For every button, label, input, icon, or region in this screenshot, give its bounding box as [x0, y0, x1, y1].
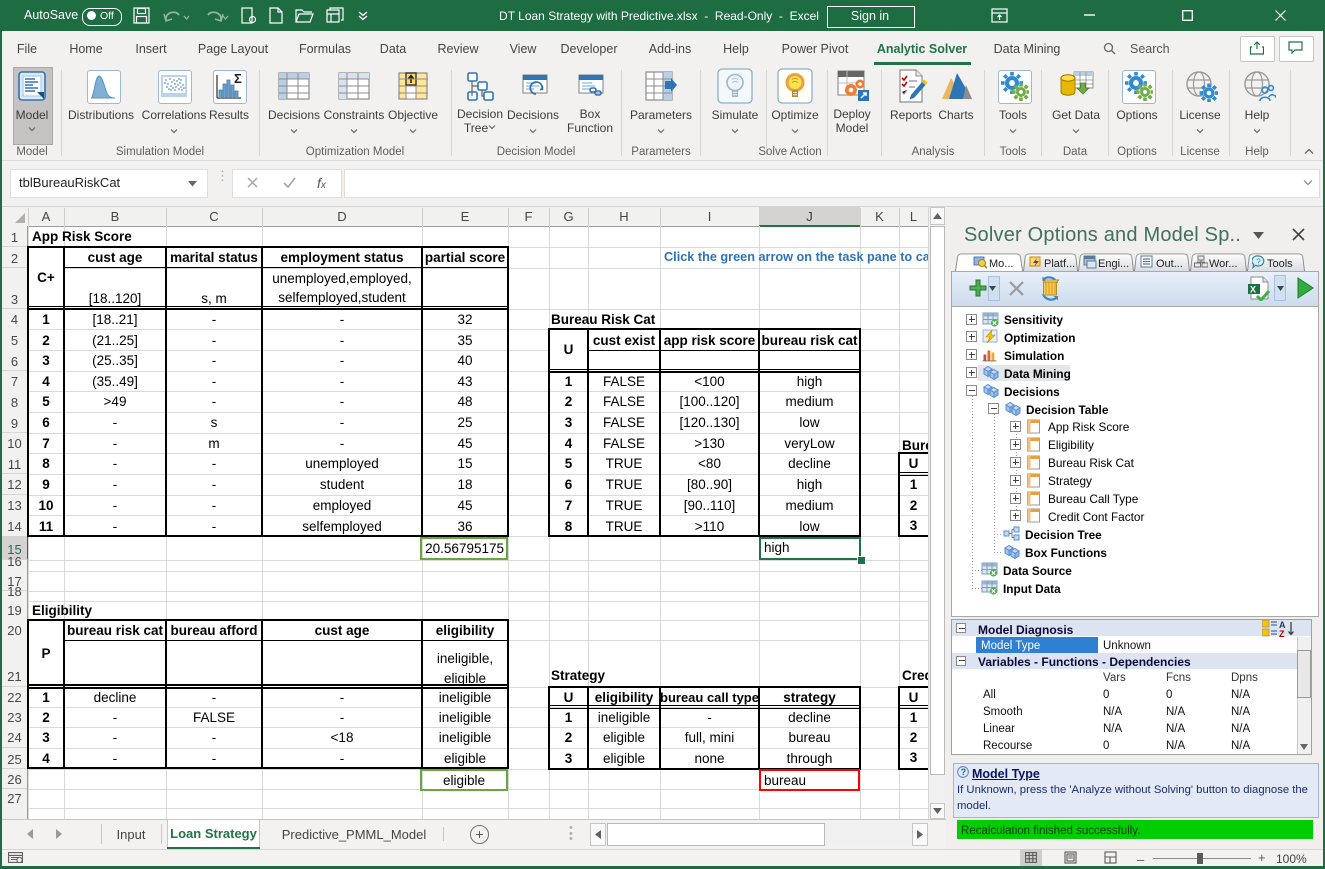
svg-text:?: ?	[961, 767, 966, 777]
svg-text:Σ: Σ	[234, 71, 242, 86]
svg-text:?: ?	[1256, 258, 1261, 267]
svg-text:X: X	[1250, 285, 1256, 295]
svg-text:Z: Z	[1279, 629, 1285, 637]
